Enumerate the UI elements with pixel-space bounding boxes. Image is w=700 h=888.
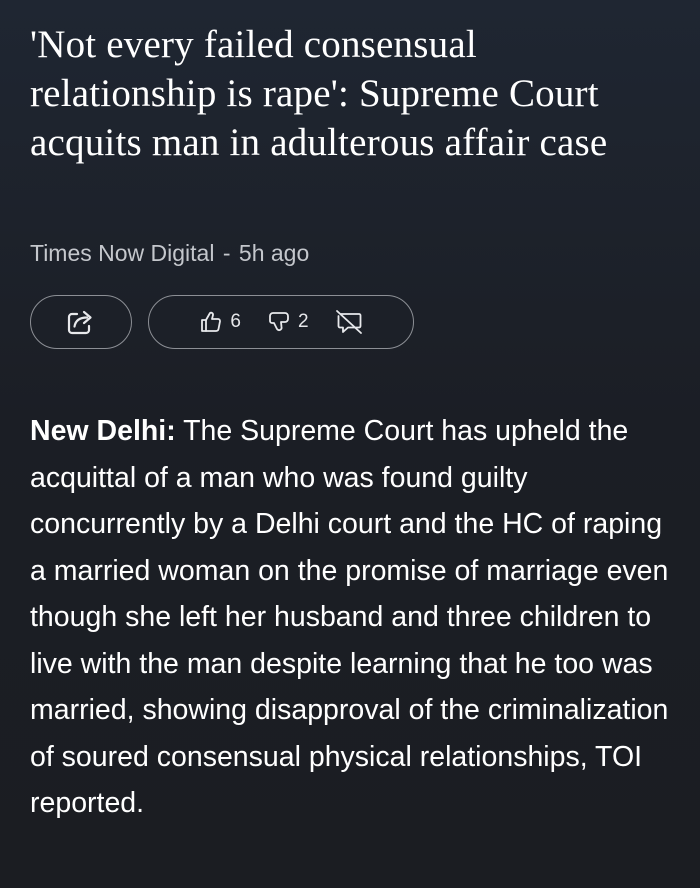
- reaction-bar: 6 2: [148, 295, 414, 349]
- dateline: New Delhi:: [30, 415, 176, 447]
- dislike-button[interactable]: 2: [267, 310, 309, 334]
- share-button[interactable]: [30, 295, 132, 349]
- source-name[interactable]: Times Now Digital: [30, 240, 214, 266]
- dislike-count: 2: [298, 311, 309, 332]
- article-body-text: The Supreme Court has upheld the acquitt…: [30, 415, 669, 819]
- byline-separator: -: [222, 240, 231, 266]
- like-button[interactable]: 6: [199, 310, 241, 334]
- like-count: 6: [230, 311, 241, 332]
- timestamp: 5h ago: [238, 240, 310, 266]
- thumbs-up-icon: [199, 310, 223, 334]
- article-body: New Delhi: The Supreme Court has upheld …: [30, 408, 675, 827]
- byline: Times Now Digital - 5h ago: [30, 237, 309, 269]
- hide-comment-icon: [335, 309, 363, 335]
- headline: 'Not every failed consensual relationshi…: [30, 23, 608, 164]
- share-icon: [65, 307, 97, 337]
- thumbs-down-icon: [267, 310, 291, 334]
- hide-comments-button[interactable]: [335, 309, 363, 335]
